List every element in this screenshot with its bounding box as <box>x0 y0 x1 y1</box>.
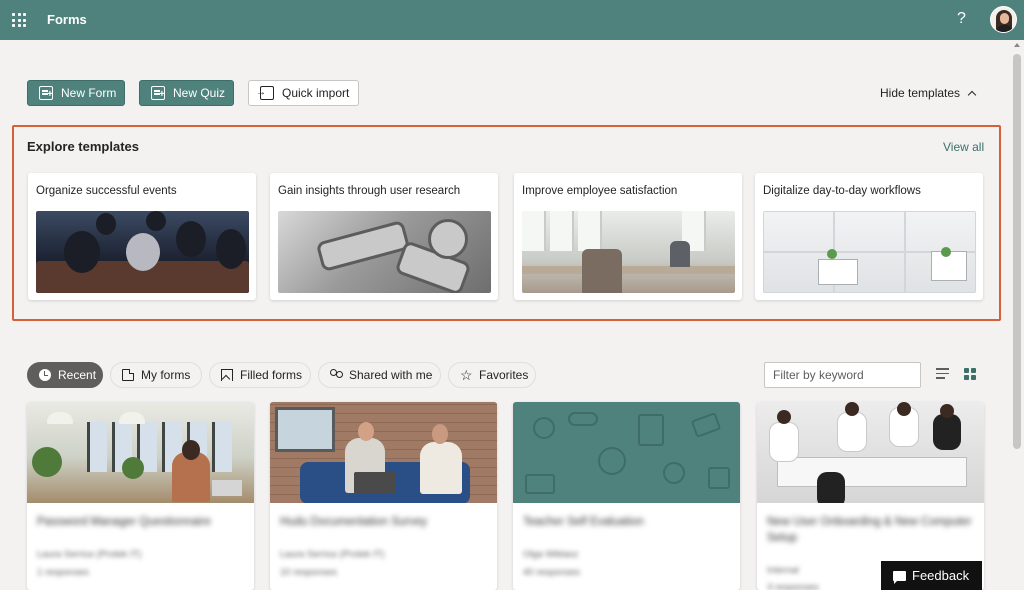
new-quiz-button[interactable]: New Quiz <box>139 80 234 106</box>
new-form-button[interactable]: New Form <box>27 80 125 106</box>
scroll-up-icon[interactable] <box>1014 43 1020 47</box>
app-launcher-icon[interactable] <box>12 13 26 27</box>
form-card-image <box>27 402 254 503</box>
form-responses: 1 responses <box>37 567 89 578</box>
form-card-image <box>757 402 984 503</box>
template-image-research <box>278 211 491 293</box>
form-responses: 3 responses <box>767 582 819 590</box>
chat-icon <box>893 570 906 584</box>
form-title: Password Manager Questionnaire <box>37 516 211 528</box>
template-card-events[interactable]: Organize successful events <box>28 173 256 300</box>
template-card-label: Gain insights through user research <box>278 185 461 197</box>
avatar[interactable] <box>990 6 1017 33</box>
document-icon <box>122 369 134 381</box>
scrollbar[interactable] <box>1010 40 1024 590</box>
tab-favorites-label: Favorites <box>479 368 529 382</box>
tab-shared-label: Shared with me <box>349 368 433 382</box>
app-name[interactable]: Forms <box>47 12 87 27</box>
template-card-workflows[interactable]: Digitalize day-to-day workflows <box>755 173 983 300</box>
clock-icon <box>39 369 51 381</box>
template-card-label: Organize successful events <box>36 185 177 197</box>
form-owner: Laura Serrius (Protek IT) <box>37 549 142 560</box>
template-image-events <box>36 211 249 293</box>
people-icon <box>330 369 343 381</box>
tab-recent-label: Recent <box>58 368 97 382</box>
form-responses: 40 responses <box>523 567 581 578</box>
feedback-button[interactable]: Feedback <box>881 561 982 590</box>
new-quiz-icon <box>151 86 165 100</box>
tab-my-forms-label: My forms <box>141 368 191 382</box>
form-card[interactable]: Teacher Self Evaluation Olga Wiklasz 40 … <box>513 402 740 590</box>
quick-import-label: Quick import <box>282 86 350 100</box>
star-icon: ☆ <box>460 367 473 383</box>
filter-search-input[interactable] <box>764 362 921 388</box>
tab-favorites[interactable]: ☆ Favorites <box>448 362 536 388</box>
chevron-up-icon <box>967 90 977 99</box>
form-owner: Laura Serrius (Protek IT) <box>280 549 385 560</box>
tab-filled-forms[interactable]: Filled forms <box>209 362 311 388</box>
tab-filled-forms-label: Filled forms <box>240 368 303 382</box>
tab-recent[interactable]: Recent <box>27 362 103 388</box>
template-card-label: Improve employee satisfaction <box>522 185 678 197</box>
import-icon <box>256 86 274 100</box>
scrollbar-thumb[interactable] <box>1013 54 1021 449</box>
template-image-employee <box>522 211 735 293</box>
form-card-image <box>513 402 740 503</box>
form-title: Teacher Self Evaluation <box>523 516 644 528</box>
top-bar: Forms ? <box>0 0 1024 40</box>
form-owner: Internal <box>767 565 799 576</box>
form-card[interactable]: Hudu Documentation Survey Laura Serrius … <box>270 402 497 590</box>
form-title: New User Onboarding & New Computer Setup <box>767 516 972 544</box>
new-quiz-label: New Quiz <box>173 86 226 100</box>
form-title: Hudu Documentation Survey <box>280 516 428 528</box>
hide-templates-button[interactable]: Hide templates <box>880 86 977 100</box>
form-responses: 10 responses <box>280 567 338 578</box>
grid-view-icon[interactable] <box>964 368 976 380</box>
template-card-employee[interactable]: Improve employee satisfaction <box>514 173 742 300</box>
template-card-label: Digitalize day-to-day workflows <box>763 185 921 197</box>
feedback-label: Feedback <box>912 568 970 583</box>
tab-my-forms[interactable]: My forms <box>110 362 202 388</box>
bookmark-icon <box>221 369 233 381</box>
list-view-icon[interactable] <box>936 368 949 380</box>
template-card-research[interactable]: Gain insights through user research <box>270 173 498 300</box>
help-icon[interactable]: ? <box>957 10 966 28</box>
hide-templates-label: Hide templates <box>880 86 961 100</box>
templates-title: Explore templates <box>27 139 139 154</box>
form-card-image <box>270 402 497 503</box>
tab-shared-with-me[interactable]: Shared with me <box>318 362 441 388</box>
form-owner: Olga Wiklasz <box>523 549 579 560</box>
form-card[interactable]: Password Manager Questionnaire Laura Ser… <box>27 402 254 590</box>
quick-import-button[interactable]: Quick import <box>248 80 359 106</box>
new-form-label: New Form <box>61 86 117 100</box>
view-all-link[interactable]: View all <box>943 140 984 154</box>
template-image-workflows <box>763 211 976 293</box>
new-form-icon <box>39 86 53 100</box>
